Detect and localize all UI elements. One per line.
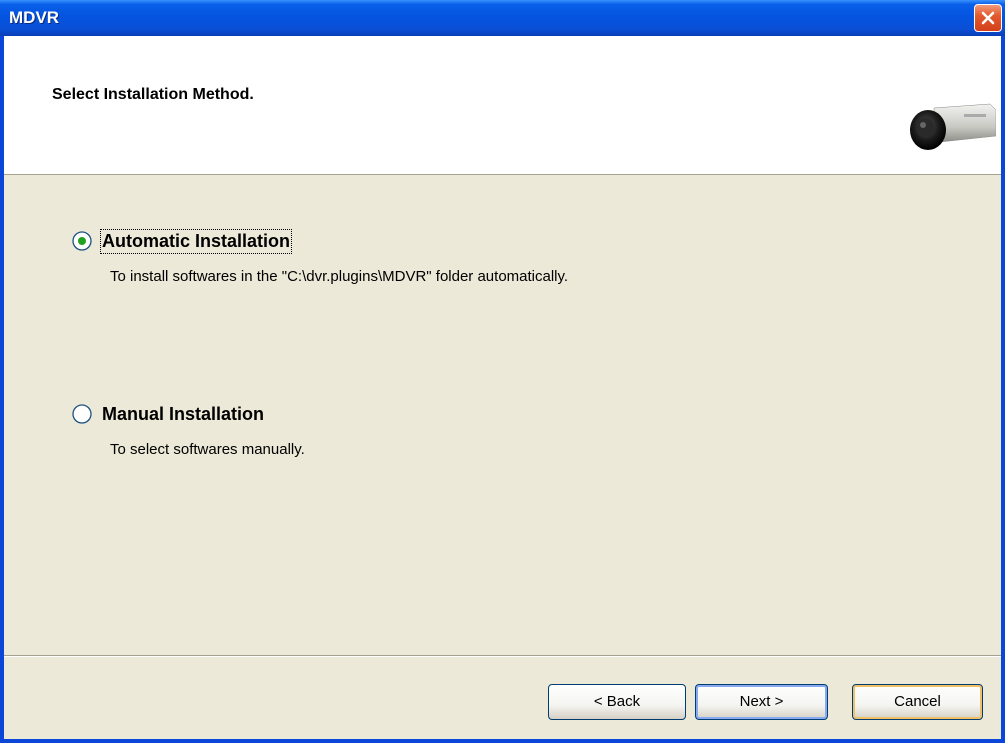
manual-installation-label[interactable]: Manual Installation [102,404,264,425]
radio-manual[interactable] [72,404,92,424]
header-panel: Select Installation Method. [4,36,1001,175]
installer-window: MDVR Select Installation Method. Automat… [0,0,1005,743]
cancel-button[interactable]: Cancel [852,684,983,720]
automatic-installation-label[interactable]: Automatic Installation [99,229,293,254]
title-bar[interactable]: MDVR [0,0,1005,36]
automatic-installation-description: To install softwares in the "C:\dvr.plug… [110,268,569,285]
close-button[interactable] [974,4,1002,32]
page-title: Select Installation Method. [52,86,254,103]
window-title: MDVR [9,8,60,27]
close-icon [981,11,995,25]
camera-icon [910,103,996,150]
next-button[interactable]: Next > [695,684,828,720]
manual-installation-description: To select softwares manually. [110,441,305,458]
radio-automatic[interactable] [72,231,92,251]
back-button[interactable]: < Back [548,684,686,720]
